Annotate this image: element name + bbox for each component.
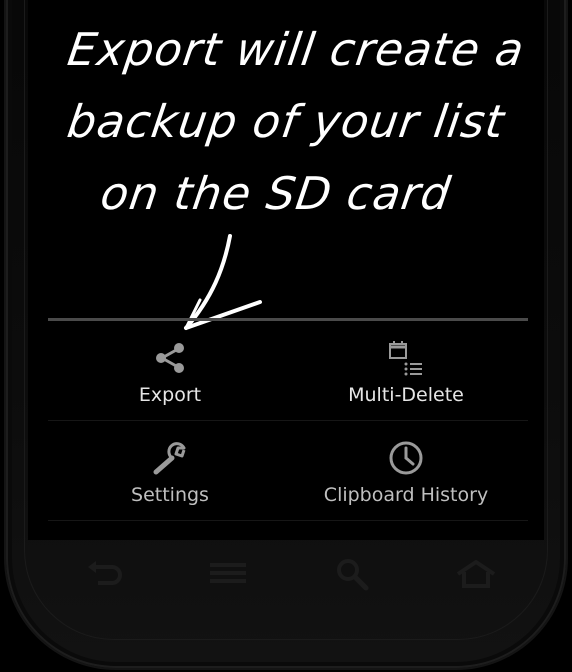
caption-line-2: backup of your list (64, 95, 509, 148)
menu-bottom-separator (48, 520, 528, 521)
annotation-caption: Export will create a backup of your list… (0, 14, 572, 230)
menu-item-multi-delete[interactable]: Multi-Delete (288, 322, 524, 422)
search-button[interactable] (328, 554, 376, 594)
menu-item-settings[interactable]: Settings (52, 422, 288, 522)
home-button[interactable] (452, 554, 500, 594)
menu-item-label: Multi-Delete (348, 384, 464, 406)
menu-item-label: Export (138, 384, 202, 406)
back-icon (88, 561, 122, 585)
caption-line-3: on the SD card (97, 167, 455, 220)
search-icon (337, 559, 369, 591)
share-icon (156, 343, 184, 373)
menu-item-label: Clipboard History (323, 484, 489, 506)
home-icon (456, 560, 496, 588)
wrench-icon (153, 442, 186, 475)
menu-icon (210, 563, 246, 583)
menu-button[interactable] (204, 554, 252, 594)
navigation-bar (80, 552, 500, 596)
menu-item-label: Settings (131, 484, 209, 506)
menu-top-divider (48, 318, 528, 321)
menu-item-clipboard-history[interactable]: Clipboard History (288, 422, 524, 522)
multi-delete-icon (389, 341, 422, 376)
back-button[interactable] (80, 554, 128, 594)
menu-item-export[interactable]: Export (52, 322, 288, 422)
menu-row-separator (48, 420, 528, 421)
caption-line-1: Export will create a (64, 23, 528, 76)
clock-icon (389, 441, 423, 475)
